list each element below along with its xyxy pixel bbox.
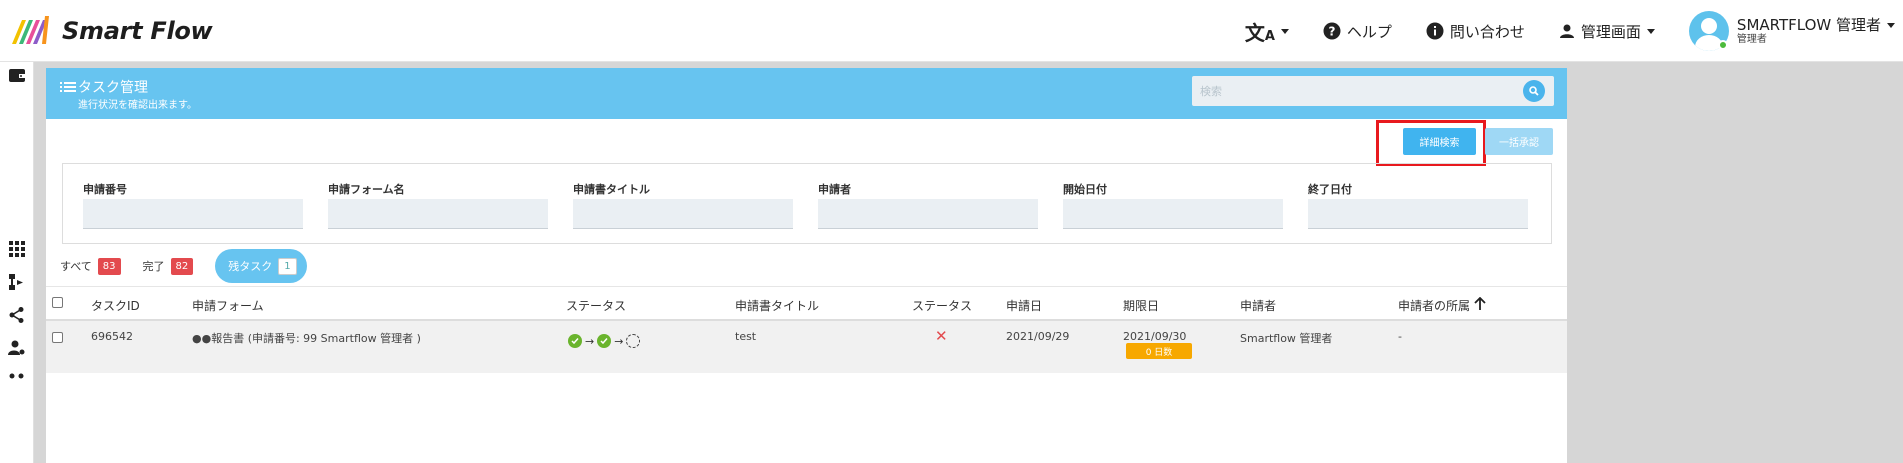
- tab-label: 完了: [142, 260, 165, 273]
- help-link[interactable]: ? ヘルプ: [1323, 21, 1392, 42]
- tab-completed[interactable]: 完了 82: [142, 257, 194, 275]
- info-circle-icon: [1426, 22, 1444, 40]
- arrow-right-icon: →: [585, 334, 595, 348]
- tab-label: すべて: [60, 260, 92, 273]
- col-applicant[interactable]: 申請者: [1240, 297, 1276, 314]
- applicant-field[interactable]: [818, 199, 1038, 229]
- page-subtitle: 進行状況を確認出来ます。: [78, 100, 197, 111]
- application-number-field[interactable]: [83, 199, 303, 229]
- end-date-field[interactable]: [1308, 199, 1528, 229]
- tab-all[interactable]: すべて 83: [60, 257, 121, 275]
- search-input[interactable]: [1192, 76, 1554, 106]
- tab-label: 残タスク: [228, 260, 273, 273]
- page-background: [1567, 62, 1903, 463]
- table-header: タスクID 申請フォーム ステータス 申請書タイトル ステータス 申請日 期限日…: [46, 286, 1567, 321]
- filter-label-start-date: 開始日付: [1063, 183, 1107, 196]
- user-menu[interactable]: SMARTFLOW 管理者 管理者: [1688, 11, 1895, 51]
- form-name-field[interactable]: [328, 199, 548, 229]
- reject-x-icon: ✕: [935, 327, 948, 345]
- filter-panel: 申請番号 申請フォーム名 申請書タイトル 申請者 開始日付 終了日付: [62, 163, 1552, 244]
- col-task-id[interactable]: タスクID: [91, 297, 140, 314]
- col-applied-date[interactable]: 申請日: [1006, 297, 1042, 314]
- col-deadline[interactable]: 期限日: [1123, 297, 1159, 314]
- user-name: SMARTFLOW 管理者: [1736, 16, 1881, 35]
- task-card: タスク管理 進行状況を確認出来ます。 詳細検索 一括承認 申請番号 申請フォーム…: [46, 68, 1567, 463]
- top-nav: 文A ? ヘルプ 問い合わせ 管理画面 SMARTFLOW 管理者 管理者: [1245, 0, 1903, 62]
- online-status-dot: [1717, 40, 1728, 50]
- count-badge: 82: [170, 257, 194, 275]
- cell-applicant: Smartflow 管理者: [1240, 332, 1333, 345]
- apps-grid-icon[interactable]: [8, 240, 26, 258]
- filter-label-title: 申請書タイトル: [573, 183, 650, 196]
- arrow-up-icon[interactable]: [1474, 297, 1486, 311]
- page-title: タスク管理: [78, 80, 148, 96]
- select-all-checkbox[interactable]: [52, 297, 63, 308]
- count-badge: 1: [278, 257, 297, 275]
- task-tabs: すべて 83 完了 82 残タスク 1: [60, 249, 329, 283]
- cell-deadline: 2021/09/30: [1123, 330, 1187, 343]
- smartflow-logo: [12, 16, 49, 44]
- row-checkbox[interactable]: [52, 332, 63, 343]
- bulk-approve-button[interactable]: 一括承認: [1485, 128, 1553, 155]
- filter-label-applicant: 申請者: [818, 183, 851, 196]
- pending-circle-icon: [626, 334, 641, 348]
- user-role: 管理者: [1736, 33, 1767, 45]
- brand-name: Smart Flow: [62, 17, 213, 45]
- cell-applied-date: 2021/09/29: [1006, 330, 1070, 343]
- help-circle-icon: ?: [1323, 22, 1341, 40]
- cell-form[interactable]: ●●報告書 (申請番号: 99 Smartflow 管理者 ): [192, 330, 421, 346]
- cell-title: test: [735, 330, 757, 343]
- flow-icon[interactable]: [8, 273, 26, 291]
- cell-affiliation: -: [1398, 330, 1402, 343]
- approval-flow: → →: [568, 334, 641, 348]
- contact-link[interactable]: 問い合わせ: [1426, 21, 1525, 42]
- user-settings-icon[interactable]: [8, 339, 26, 357]
- top-header: Smart Flow 文A ? ヘルプ 問い合わせ 管理画面 SMARTFLOW…: [0, 0, 1903, 62]
- days-left-badge: 0 日数: [1126, 343, 1192, 359]
- list-icon: [60, 82, 76, 92]
- col-status[interactable]: ステータス: [912, 297, 972, 314]
- svg-text:?: ?: [1328, 25, 1335, 39]
- col-affiliation[interactable]: 申請者の所属: [1398, 297, 1470, 314]
- translate-icon: 文A: [1244, 20, 1275, 45]
- cell-task-id: 696542: [91, 330, 133, 343]
- search-icon: [1529, 86, 1539, 96]
- avatar: [1688, 11, 1729, 51]
- check-circle-icon: [568, 334, 582, 348]
- chevron-down-icon: [1887, 23, 1895, 28]
- more-icon[interactable]: [8, 372, 26, 390]
- start-date-field[interactable]: [1063, 199, 1283, 229]
- highlight-box: [1376, 120, 1486, 166]
- filter-label-end-date: 終了日付: [1308, 183, 1352, 196]
- chevron-down-icon: [1280, 28, 1289, 34]
- col-title[interactable]: 申請書タイトル: [735, 297, 819, 314]
- search-button[interactable]: [1523, 80, 1545, 102]
- language-menu[interactable]: 文A: [1245, 17, 1289, 46]
- count-badge: 83: [97, 257, 121, 275]
- filter-label-form-name: 申請フォーム名: [328, 183, 405, 196]
- chevron-down-icon: [1646, 28, 1655, 34]
- col-flow-status[interactable]: ステータス: [566, 297, 626, 314]
- contact-label: 問い合わせ: [1449, 22, 1525, 41]
- table-row[interactable]: 696542 ●●報告書 (申請番号: 99 Smartflow 管理者 ) →…: [46, 321, 1567, 373]
- person-icon: [1559, 24, 1574, 38]
- arrow-right-icon: →: [614, 334, 624, 348]
- left-sidebar: [0, 62, 34, 463]
- wallet-icon[interactable]: [8, 66, 26, 84]
- card-header: タスク管理 進行状況を確認出来ます。: [46, 68, 1567, 119]
- tab-remaining[interactable]: 残タスク 1: [215, 249, 307, 283]
- filter-label-application-number: 申請番号: [83, 183, 127, 196]
- col-form[interactable]: 申請フォーム: [192, 297, 264, 314]
- check-circle-icon: [597, 334, 612, 348]
- share-icon[interactable]: [8, 306, 26, 324]
- brand[interactable]: Smart Flow: [10, 12, 213, 50]
- title-field[interactable]: [573, 199, 793, 229]
- admin-label: 管理画面: [1580, 22, 1641, 41]
- help-label: ヘルプ: [1346, 22, 1392, 41]
- admin-menu[interactable]: 管理画面: [1559, 21, 1655, 42]
